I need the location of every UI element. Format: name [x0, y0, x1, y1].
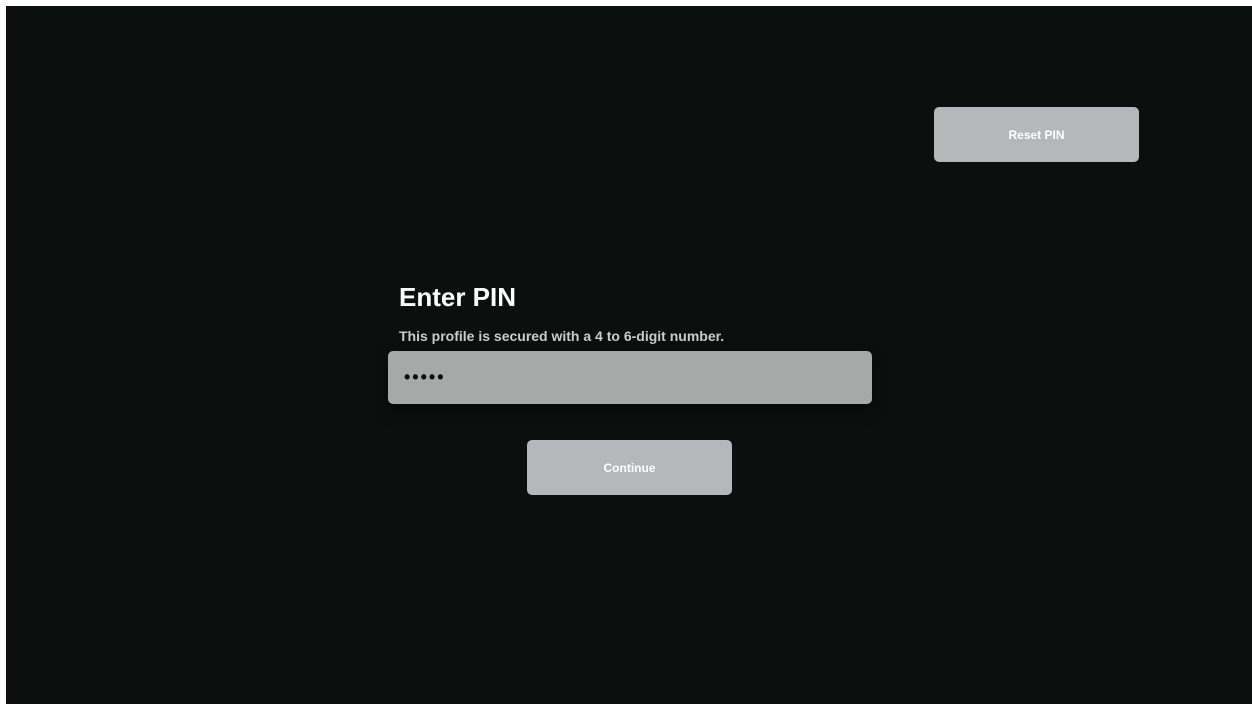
pin-screen: Reset PIN Enter PIN This profile is secu…: [6, 6, 1252, 704]
continue-button[interactable]: Continue: [527, 440, 732, 495]
page-title: Enter PIN: [399, 282, 517, 312]
pin-instructions: This profile is secured with a 4 to 6-di…: [399, 328, 725, 344]
pin-input[interactable]: •••••: [388, 351, 872, 404]
reset-pin-button[interactable]: Reset PIN: [934, 107, 1139, 162]
